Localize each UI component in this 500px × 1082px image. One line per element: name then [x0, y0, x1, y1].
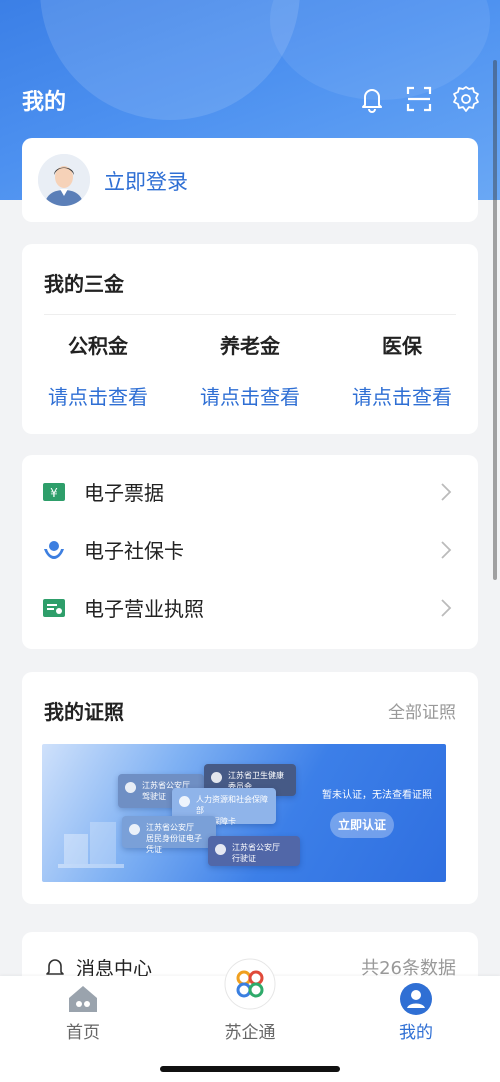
avatar — [38, 154, 90, 206]
card-title: 我的三金 — [44, 272, 124, 296]
chevron-right-icon — [441, 483, 452, 501]
scrollbar[interactable] — [493, 60, 497, 580]
building-illustration — [58, 822, 124, 868]
services-list: ¥ 电子票据 电子社保卡 电子营业执照 — [22, 455, 478, 649]
pension-label: 养老金 — [220, 334, 280, 358]
license-org: 江苏省公安厅 — [232, 843, 280, 852]
business-license-icon — [43, 599, 65, 617]
list-item-social-security-card[interactable]: 电子社保卡 — [22, 521, 478, 579]
license-emblem-icon — [179, 796, 190, 807]
header-decoration — [40, 0, 300, 120]
all-licenses-link[interactable]: 全部证照 — [388, 698, 456, 723]
list-item-business-license[interactable]: 电子营业执照 — [22, 579, 478, 637]
license-emblem-icon — [129, 824, 140, 835]
gear-icon[interactable] — [451, 84, 481, 114]
chevron-right-icon — [441, 541, 452, 559]
home-icon — [69, 986, 97, 1012]
list-item-label: 电子营业执照 — [84, 597, 204, 621]
license-mini-card: 江苏省公安厅 行驶证 — [208, 836, 300, 866]
housing-fund-label: 公积金 — [68, 334, 128, 358]
receipt-icon: ¥ — [43, 483, 65, 501]
verify-now-button[interactable]: 立即认证 — [330, 812, 394, 838]
medical-insurance-item[interactable]: 医保 请点击查看 — [326, 330, 478, 410]
license-mini-card: 江苏省公安厅 居民身份证电子凭证 — [122, 816, 216, 854]
user-icon — [400, 983, 432, 1015]
user-avatar-icon — [38, 154, 90, 206]
login-button[interactable]: 立即登录 — [104, 166, 188, 196]
license-name: 行驶证 — [232, 854, 256, 863]
medical-insurance-link[interactable]: 请点击查看 — [326, 381, 478, 410]
sanjin-card: 我的三金 公积金 请点击查看 养老金 请点击查看 医保 请点击查看 — [22, 244, 478, 434]
pension-link[interactable]: 请点击查看 — [174, 381, 326, 410]
tab-label: 首页 — [66, 1023, 100, 1043]
housing-fund-item[interactable]: 公积金 请点击查看 — [22, 330, 174, 410]
home-indicator[interactable] — [160, 1066, 340, 1072]
page-title: 我的 — [22, 90, 67, 115]
license-org: 江苏省公安厅 — [146, 823, 194, 832]
suqitong-logo-icon — [224, 958, 276, 1010]
license-banner[interactable]: 江苏省公安厅 驾驶证 江苏省卫生健康委员会 出生医学证明 人力资源和社会保障部 … — [42, 744, 446, 882]
banner-note: 暂未认证，无法查看证照 — [322, 790, 432, 801]
license-emblem-icon — [215, 844, 226, 855]
social-security-icon — [44, 541, 64, 559]
svg-text:¥: ¥ — [50, 486, 58, 500]
list-item-label: 电子社保卡 — [84, 539, 184, 563]
tab-label: 我的 — [399, 1023, 433, 1043]
chevron-right-icon — [441, 599, 452, 617]
license-name: 居民身份证电子凭证 — [146, 834, 202, 854]
tab-label: 苏企通 — [224, 1023, 276, 1043]
bell-icon[interactable] — [357, 84, 387, 114]
medical-insurance-label: 医保 — [382, 334, 422, 358]
license-emblem-icon — [125, 782, 136, 793]
divider — [44, 314, 456, 315]
housing-fund-link[interactable]: 请点击查看 — [22, 381, 174, 410]
login-card[interactable]: 立即登录 — [22, 138, 478, 222]
list-item-receipt[interactable]: ¥ 电子票据 — [22, 463, 478, 521]
bell-icon — [46, 959, 64, 978]
list-item-label: 电子票据 — [84, 481, 164, 505]
license-emblem-icon — [211, 772, 222, 783]
license-org: 人力资源和社会保障部 — [196, 795, 268, 815]
pension-item[interactable]: 养老金 请点击查看 — [174, 330, 326, 410]
licenses-card: 我的证照 全部证照 江苏省公安厅 驾驶证 江苏省卫生健康委员会 出生医学证明 人… — [22, 672, 478, 904]
card-title: 我的证照 — [44, 700, 124, 724]
scan-icon[interactable] — [404, 84, 434, 114]
